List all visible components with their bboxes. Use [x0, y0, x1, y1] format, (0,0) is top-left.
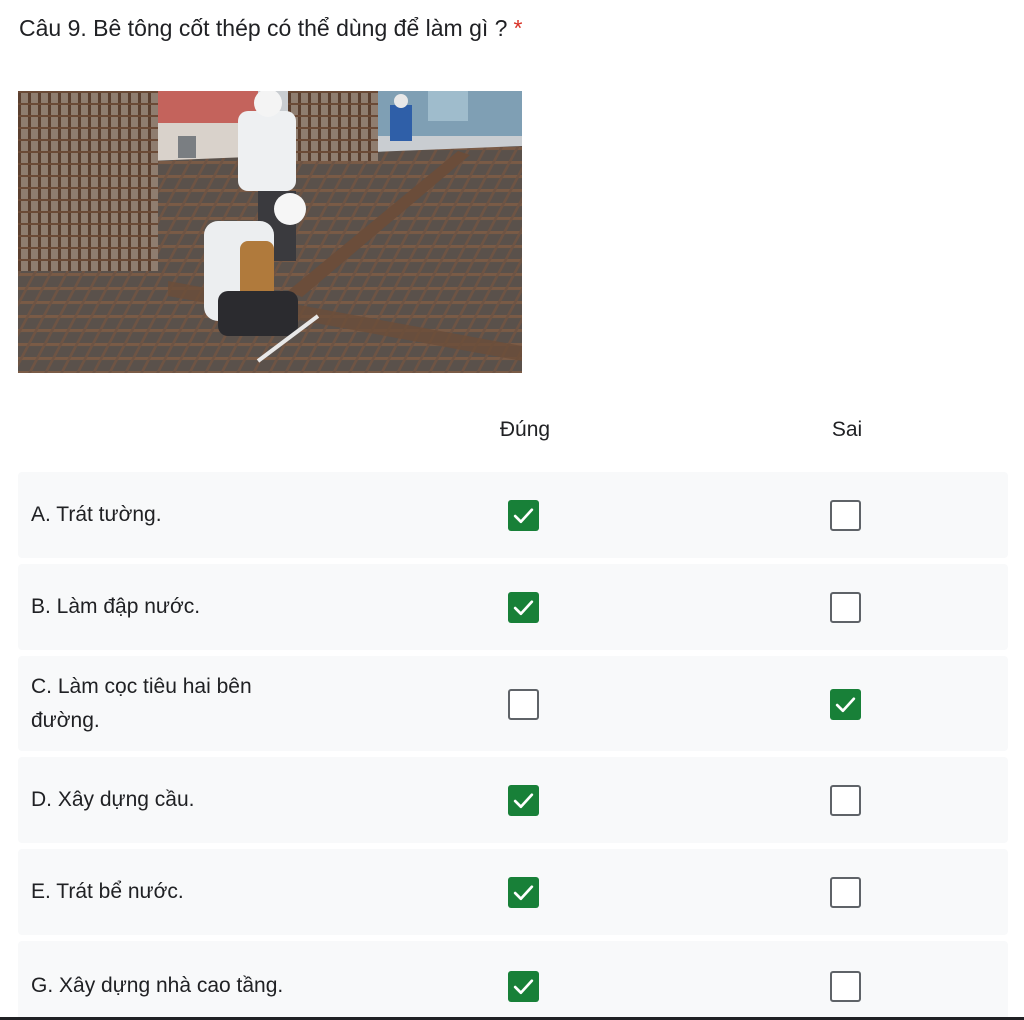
- check-icon: [513, 508, 534, 524]
- required-asterisk: *: [513, 15, 523, 41]
- grid-row-a: A. Trát tường.: [18, 472, 1008, 558]
- check-icon: [513, 793, 534, 809]
- checkbox-d-dung[interactable]: [508, 785, 539, 816]
- checkbox-a-sai[interactable]: [830, 500, 861, 531]
- check-icon: [513, 979, 534, 995]
- row-label: E. Trát bể nước.: [31, 880, 184, 903]
- row-label: A. Trát tường.: [31, 503, 162, 526]
- row-label: D. Xây dựng cầu.: [31, 788, 195, 811]
- question-text: Câu 9. Bê tông cốt thép có thể dùng để l…: [19, 15, 508, 41]
- grid-row-b: B. Làm đập nước.: [18, 564, 1008, 650]
- column-header-dung: Đúng: [499, 418, 551, 441]
- question-image: [18, 91, 522, 373]
- checkbox-g-dung[interactable]: [508, 971, 539, 1002]
- grid-row-c: C. Làm cọc tiêu hai bên đường.: [18, 656, 1008, 751]
- checkbox-b-dung[interactable]: [508, 592, 539, 623]
- checkbox-e-dung[interactable]: [508, 877, 539, 908]
- checkbox-c-dung[interactable]: [508, 689, 539, 720]
- grid-row-d: D. Xây dựng cầu.: [18, 757, 1008, 843]
- column-header-sai: Sai: [831, 418, 863, 441]
- checkbox-b-sai[interactable]: [830, 592, 861, 623]
- checkbox-d-sai[interactable]: [830, 785, 861, 816]
- row-label: C. Làm cọc tiêu hai bên đường.: [31, 675, 252, 732]
- grid-row-g: G. Xây dựng nhà cao tầng.: [18, 941, 1008, 1020]
- check-icon: [513, 885, 534, 901]
- checkbox-g-sai[interactable]: [830, 971, 861, 1002]
- check-icon: [513, 600, 534, 616]
- question-title: Câu 9. Bê tông cốt thép có thể dùng để l…: [19, 12, 522, 44]
- grid-row-e: E. Trát bể nước.: [18, 849, 1008, 935]
- checkbox-e-sai[interactable]: [830, 877, 861, 908]
- row-label: B. Làm đập nước.: [31, 595, 201, 618]
- row-label: G. Xây dựng nhà cao tầng.: [31, 974, 284, 997]
- checkbox-a-dung[interactable]: [508, 500, 539, 531]
- checkbox-c-sai[interactable]: [830, 689, 861, 720]
- check-icon: [835, 697, 856, 713]
